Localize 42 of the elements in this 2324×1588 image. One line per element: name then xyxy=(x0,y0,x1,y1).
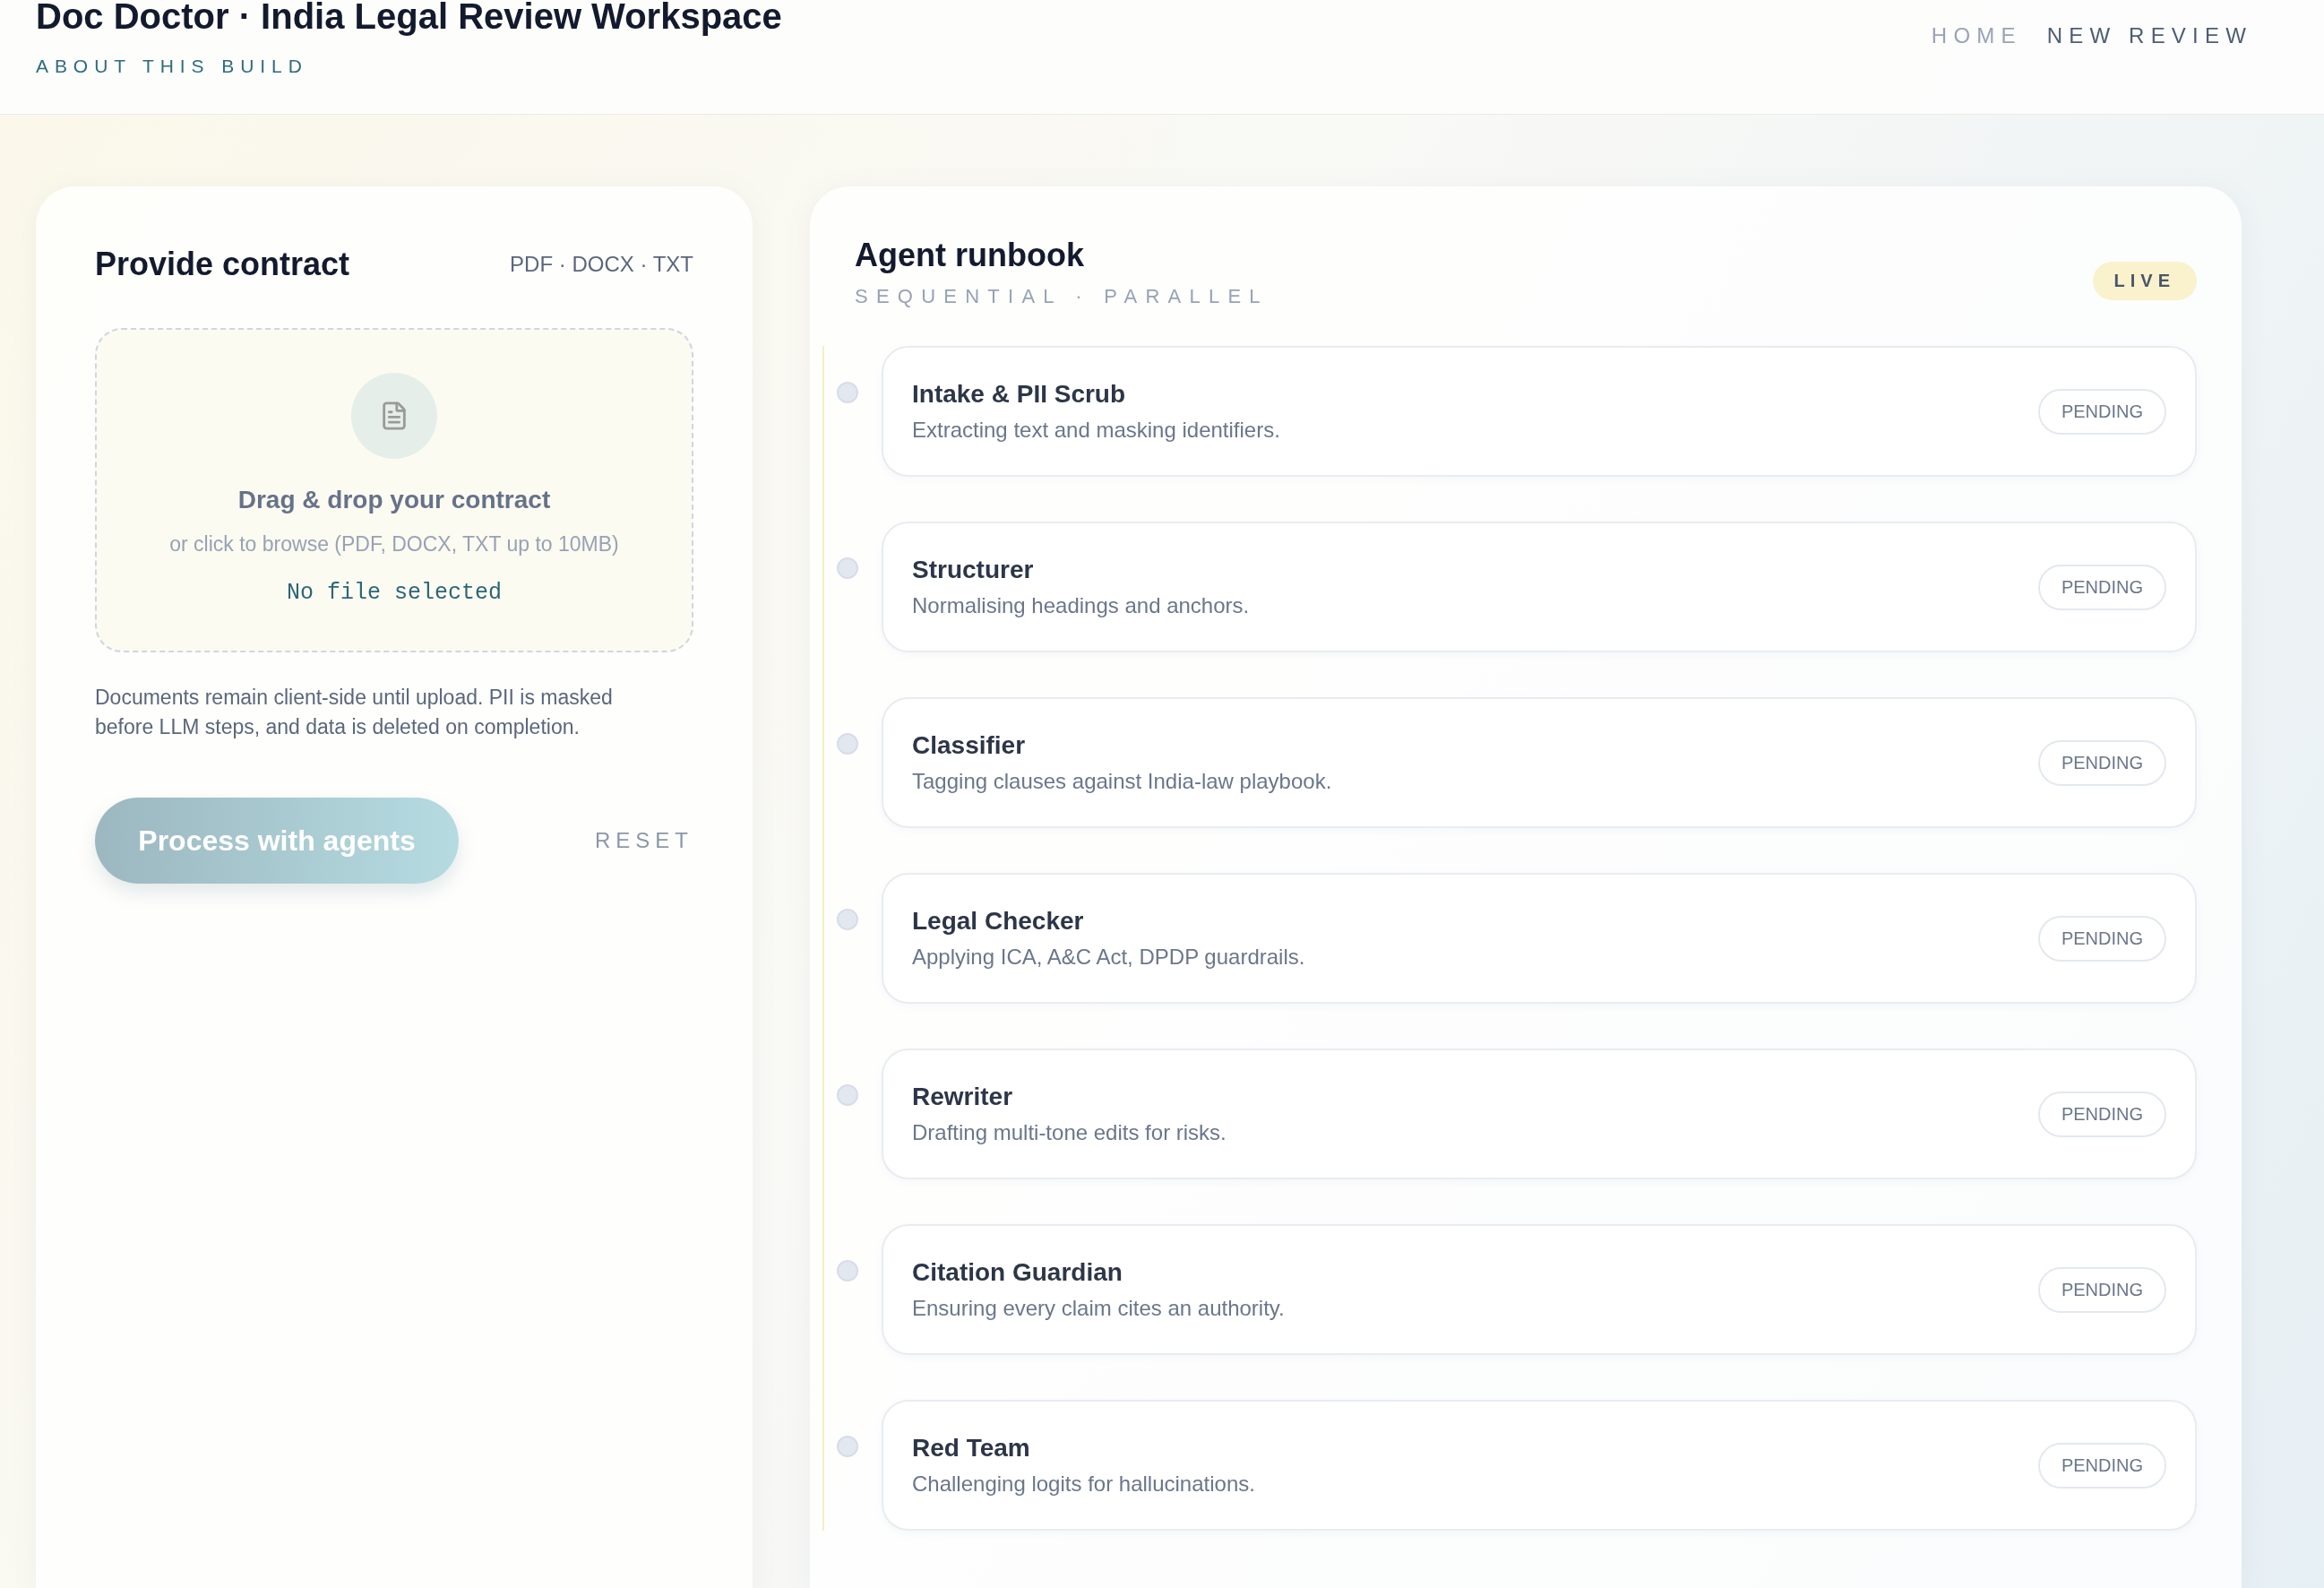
live-badge: LIVE xyxy=(2092,262,2197,300)
agent-description: Applying ICA, A&C Act, DPDP guardrails. xyxy=(912,945,1305,970)
agent-name: Legal Checker xyxy=(912,907,1085,936)
status-badge: PENDING xyxy=(2037,1266,2166,1313)
status-badge: PENDING xyxy=(2037,1091,2166,1137)
agent-name: Classifier xyxy=(912,731,1027,760)
status-badge: PENDING xyxy=(2037,1442,2166,1489)
agent-description: Tagging clauses against India-law playbook. xyxy=(912,769,1332,794)
agent-name: Red Team xyxy=(912,1434,1031,1463)
status-badge: PENDING xyxy=(2037,388,2166,435)
agent-description: Normalising headings and anchors. xyxy=(912,593,1250,618)
status-badge: PENDING xyxy=(2037,915,2166,962)
file-status: No file selected xyxy=(286,580,502,606)
step-dot xyxy=(837,382,858,403)
app-title: Doc Doctor · India Legal Review Workspace xyxy=(36,0,782,38)
step-dot xyxy=(837,1260,858,1282)
agent-description: Extracting text and masking identifiers. xyxy=(912,418,1280,443)
status-badge: PENDING xyxy=(2037,739,2166,786)
agent-description: Drafting multi-tone edits for risks. xyxy=(912,1120,1227,1145)
agent-description: Ensuring every claim cites an authority. xyxy=(912,1296,1285,1321)
agent-description: Challenging logits for hallucinations. xyxy=(912,1471,1255,1497)
step-dot xyxy=(837,1084,858,1106)
agent-name: Intake & PII Scrub xyxy=(912,380,1127,409)
step-dot xyxy=(837,1436,858,1457)
agent-name: Structurer xyxy=(912,556,1035,584)
step-dot xyxy=(837,557,858,579)
dropzone-title: Drag & drop your contract xyxy=(237,486,551,514)
reset-button[interactable]: RESET xyxy=(595,828,693,853)
agent-name: Rewriter xyxy=(912,1083,1014,1111)
nav-link[interactable]: NEW REVIEW xyxy=(2046,23,2252,50)
card-title: Provide contract xyxy=(95,246,350,283)
privacy-note: Documents remain client-side until upload. PII is masked before LLM steps, and data is deleted on completion. xyxy=(95,685,614,740)
dropzone[interactable]: Drag & drop your contract or click to browse (PDF, DOCX, TXT up to 10MB) No file selected xyxy=(95,328,693,652)
formats-label: PDF · DOCX · TXT xyxy=(510,252,693,277)
step-dot xyxy=(837,733,858,755)
dropzone-hint: or click to browse (PDF, DOCX, TXT up to 10MB) xyxy=(169,532,619,557)
about-link[interactable]: ABOUT THIS BUILD xyxy=(36,56,308,77)
runbook-subtitle: SEQUENTIAL · PARALLEL xyxy=(855,285,1269,308)
step-dot xyxy=(837,909,858,930)
status-badge: PENDING xyxy=(2037,564,2166,610)
agent-name: Citation Guardian xyxy=(912,1258,1123,1287)
card-title: Agent runbook xyxy=(855,237,1085,274)
